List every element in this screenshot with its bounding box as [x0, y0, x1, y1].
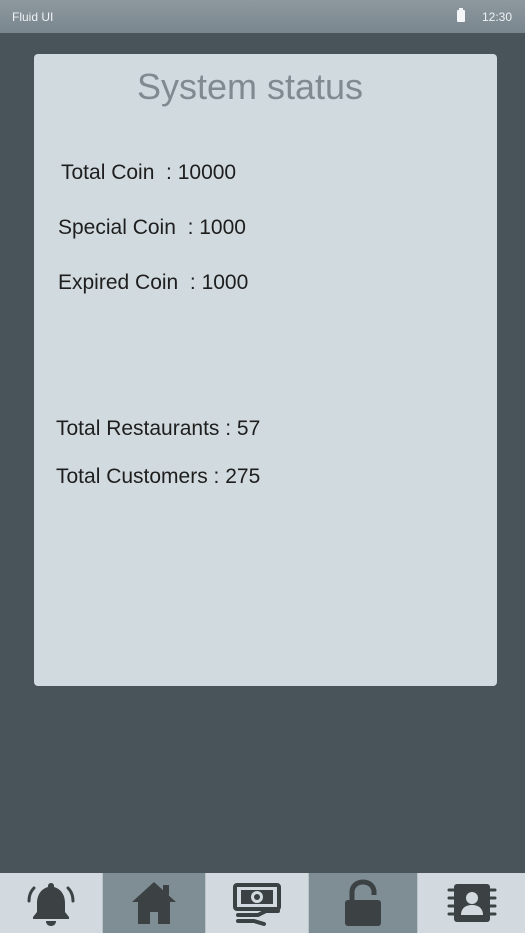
home-icon: [129, 878, 179, 928]
expired-coin-stat: Expired Coin : 1000: [58, 271, 249, 294]
special-coin-stat: Special Coin : 1000: [58, 216, 246, 239]
total-customers-stat: Total Customers : 275: [56, 465, 261, 488]
nav-item-home[interactable]: [103, 873, 206, 933]
status-time: 12:30: [482, 10, 513, 24]
total-restaurants-stat: Total Restaurants : 57: [56, 417, 261, 440]
total-coin-stat: Total Coin : 10000: [61, 161, 237, 184]
bell-icon: [26, 878, 76, 928]
unlock-icon: [338, 878, 388, 928]
status-bar: Fluid UI 12:30: [0, 0, 525, 33]
money-icon: [232, 878, 282, 928]
bottom-nav: [0, 873, 525, 933]
page-title: System status: [136, 66, 364, 107]
system-status-card: [34, 54, 497, 686]
app-name: Fluid UI: [12, 10, 54, 24]
contact-card-icon: [445, 878, 499, 928]
battery-icon: [457, 8, 465, 22]
nav-item-notifications[interactable]: [0, 873, 103, 933]
nav-item-contacts[interactable]: [418, 873, 525, 933]
nav-item-payments[interactable]: [206, 873, 309, 933]
nav-item-unlock[interactable]: [309, 873, 418, 933]
